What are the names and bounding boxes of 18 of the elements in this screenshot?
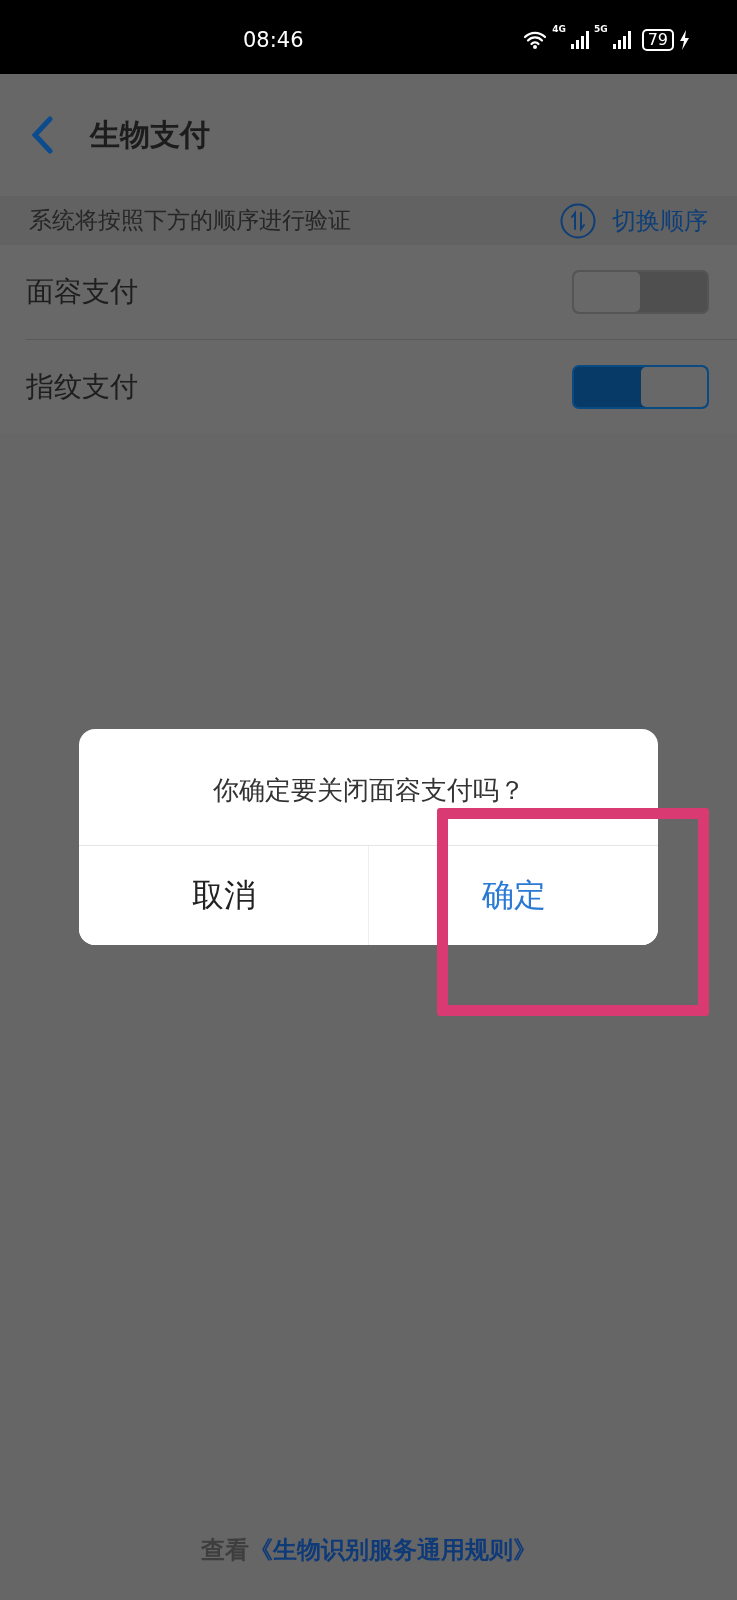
back-icon[interactable] [30, 116, 54, 154]
page-title: 生物支付 [90, 115, 210, 154]
toggle-switch[interactable] [572, 364, 709, 409]
clock-time: 08:46 [243, 28, 304, 52]
option-label: 指纹支付 [26, 368, 138, 405]
toggle-switch[interactable] [572, 270, 709, 314]
swap-icon[interactable] [560, 202, 596, 239]
battery-level: 79 [641, 29, 674, 51]
network-label: 5G [594, 25, 608, 34]
signal-icon [612, 31, 631, 49]
order-hint: 系统将按照下方的顺序进行验证 [29, 206, 351, 235]
charging-icon [679, 30, 689, 50]
network-label: 4G [552, 25, 566, 34]
dialog-message: 你确定要关闭面容支付吗？ [212, 773, 525, 807]
signal-icon [571, 31, 589, 49]
option-label: 面容支付 [26, 274, 138, 310]
confirm-button[interactable]: 确定 [368, 846, 658, 945]
wifi-icon [523, 30, 548, 50]
